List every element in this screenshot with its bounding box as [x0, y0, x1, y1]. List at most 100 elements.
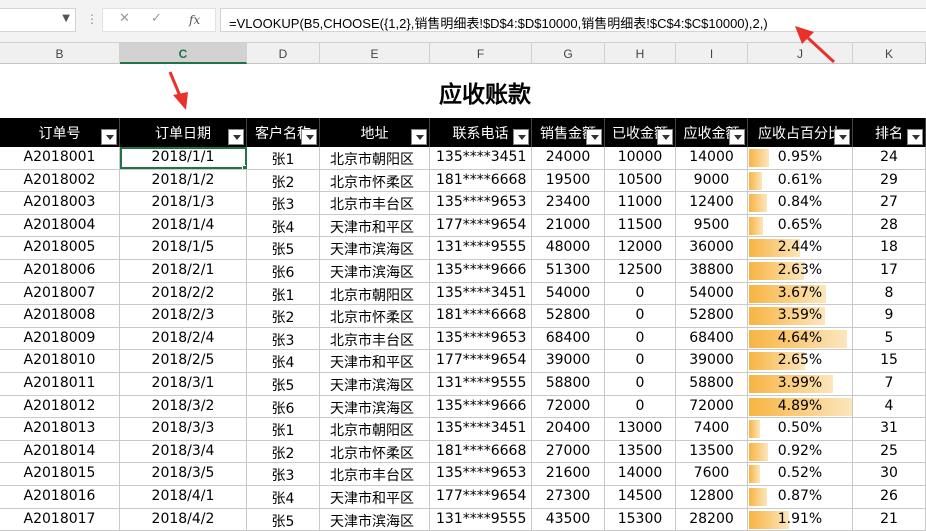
table-cell[interactable]: 39000	[676, 350, 748, 372]
table-cell[interactable]: 58800	[676, 373, 748, 395]
table-cell[interactable]: 2018/4/1	[120, 486, 247, 508]
column-header-i[interactable]: I	[676, 43, 748, 64]
table-cell[interactable]: 181****6668	[430, 170, 532, 192]
filter-dropdown-icon[interactable]	[586, 129, 602, 145]
table-cell[interactable]: 1.91%	[748, 509, 853, 531]
table-cell[interactable]: 36000	[676, 237, 748, 259]
table-cell[interactable]: 7	[853, 373, 926, 395]
filter-dropdown-icon[interactable]	[907, 129, 923, 145]
table-cell[interactable]: 135****3451	[430, 147, 532, 169]
table-cell[interactable]: 0	[605, 350, 676, 372]
table-cell[interactable]: 21600	[532, 463, 605, 485]
filter-dropdown-icon[interactable]	[513, 129, 529, 145]
table-cell[interactable]: 张6	[247, 260, 320, 282]
table-cell[interactable]: A2018002	[0, 170, 120, 192]
table-cell[interactable]: 43500	[532, 509, 605, 531]
table-cell[interactable]: 13000	[605, 418, 676, 440]
table-cell[interactable]: 177****9654	[430, 215, 532, 237]
table-cell[interactable]: 北京市怀柔区	[320, 441, 430, 463]
filter-dropdown-icon[interactable]	[101, 129, 117, 145]
table-cell[interactable]: 9000	[676, 170, 748, 192]
filter-dropdown-icon[interactable]	[411, 129, 427, 145]
table-cell[interactable]: 68400	[676, 328, 748, 350]
table-cell[interactable]: 25	[853, 441, 926, 463]
table-cell[interactable]: 北京市怀柔区	[320, 170, 430, 192]
table-cell[interactable]: 天津市滨海区	[320, 237, 430, 259]
table-cell[interactable]: 15	[853, 350, 926, 372]
table-cell[interactable]: 天津市滨海区	[320, 396, 430, 418]
table-cell[interactable]: 0.87%	[748, 486, 853, 508]
table-cell[interactable]: 135****3451	[430, 283, 532, 305]
table-cell[interactable]: 2018/4/2	[120, 509, 247, 531]
filter-dropdown-icon[interactable]	[729, 129, 745, 145]
table-cell[interactable]: 2018/3/2	[120, 396, 247, 418]
table-cell[interactable]: 27	[853, 192, 926, 214]
table-cell[interactable]: 2018/1/1	[120, 147, 247, 169]
table-cell[interactable]: A2018010	[0, 350, 120, 372]
table-cell[interactable]: 天津市滨海区	[320, 509, 430, 531]
table-cell[interactable]: 北京市朝阳区	[320, 418, 430, 440]
table-cell[interactable]: A2018003	[0, 192, 120, 214]
table-cell[interactable]: 天津市和平区	[320, 486, 430, 508]
filter-dropdown-icon[interactable]	[834, 129, 850, 145]
table-cell[interactable]: 135****9666	[430, 260, 532, 282]
table-cell[interactable]: A2018009	[0, 328, 120, 350]
table-cell[interactable]: A2018014	[0, 441, 120, 463]
table-cell[interactable]: 177****9654	[430, 350, 532, 372]
table-cell[interactable]: 0.84%	[748, 192, 853, 214]
column-header-b[interactable]: B	[0, 43, 120, 64]
table-cell[interactable]: 北京市丰台区	[320, 328, 430, 350]
table-cell[interactable]: 10500	[605, 170, 676, 192]
table-cell[interactable]: 28200	[676, 509, 748, 531]
table-cell[interactable]: 68400	[532, 328, 605, 350]
table-cell[interactable]: 23400	[532, 192, 605, 214]
table-cell[interactable]: 张2	[247, 441, 320, 463]
table-cell[interactable]: 0.50%	[748, 418, 853, 440]
table-cell[interactable]: 北京市怀柔区	[320, 305, 430, 327]
table-cell[interactable]: A2018015	[0, 463, 120, 485]
table-cell[interactable]: 2018/1/5	[120, 237, 247, 259]
table-cell[interactable]: 2018/2/4	[120, 328, 247, 350]
table-cell[interactable]: 10000	[605, 147, 676, 169]
table-cell[interactable]: 2018/1/4	[120, 215, 247, 237]
table-cell[interactable]: 14000	[676, 147, 748, 169]
table-cell[interactable]: 天津市滨海区	[320, 260, 430, 282]
table-cell[interactable]: 17	[853, 260, 926, 282]
table-cell[interactable]: 54000	[532, 283, 605, 305]
table-cell[interactable]: A2018006	[0, 260, 120, 282]
table-cell[interactable]: 北京市朝阳区	[320, 147, 430, 169]
table-cell[interactable]: 2018/2/1	[120, 260, 247, 282]
column-header-e[interactable]: E	[320, 43, 430, 64]
table-cell[interactable]: 8	[853, 283, 926, 305]
table-cell[interactable]: 31	[853, 418, 926, 440]
table-cell[interactable]: 131****9555	[430, 237, 532, 259]
insert-function-button[interactable]: fx	[189, 13, 200, 27]
table-cell[interactable]: 19500	[532, 170, 605, 192]
table-cell[interactable]: 2018/3/3	[120, 418, 247, 440]
table-cell[interactable]: 3.67%	[748, 283, 853, 305]
table-cell[interactable]: 2018/2/2	[120, 283, 247, 305]
table-cell[interactable]: 张6	[247, 396, 320, 418]
column-header-f[interactable]: F	[430, 43, 532, 64]
table-cell[interactable]: A2018001	[0, 147, 120, 169]
table-cell[interactable]: 2018/3/4	[120, 441, 247, 463]
table-cell[interactable]: 48000	[532, 237, 605, 259]
table-cell[interactable]: 28	[853, 215, 926, 237]
table-cell[interactable]: 135****9653	[430, 463, 532, 485]
table-cell[interactable]: 12000	[605, 237, 676, 259]
table-cell[interactable]: 12800	[676, 486, 748, 508]
table-cell[interactable]: 0	[605, 396, 676, 418]
table-cell[interactable]: 26	[853, 486, 926, 508]
table-cell[interactable]: 14500	[605, 486, 676, 508]
column-header-d[interactable]: D	[247, 43, 320, 64]
filter-dropdown-icon[interactable]	[228, 129, 244, 145]
table-cell[interactable]: 72000	[532, 396, 605, 418]
table-cell[interactable]: 0	[605, 328, 676, 350]
table-cell[interactable]: 181****6668	[430, 441, 532, 463]
more-icon[interactable]: ⋮	[86, 12, 97, 26]
table-cell[interactable]: 张2	[247, 170, 320, 192]
table-cell[interactable]: 张2	[247, 305, 320, 327]
table-cell[interactable]: 0.52%	[748, 463, 853, 485]
table-cell[interactable]: 天津市和平区	[320, 350, 430, 372]
table-cell[interactable]: 21000	[532, 215, 605, 237]
